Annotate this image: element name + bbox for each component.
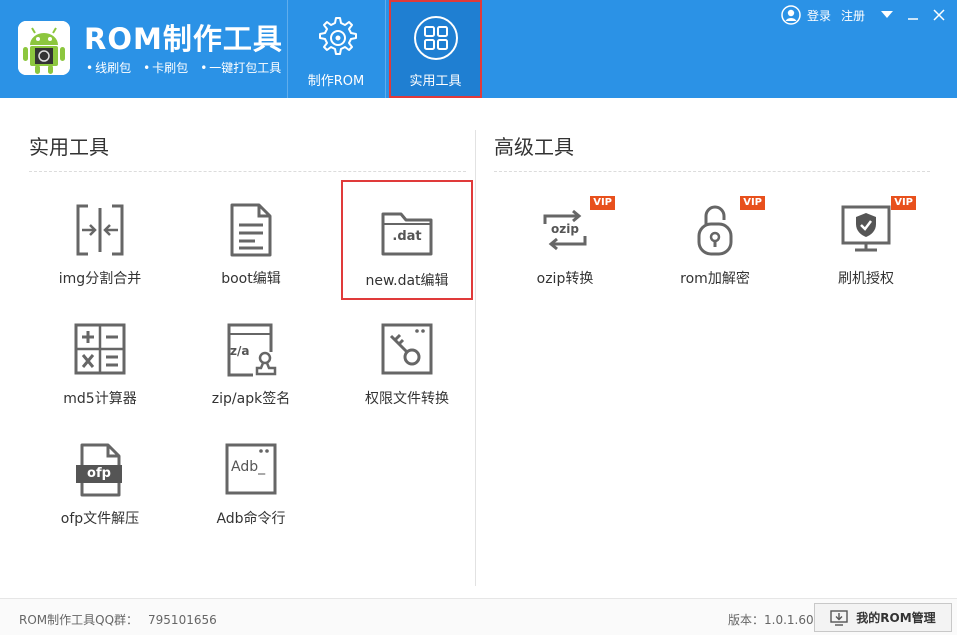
my-rom-manage-button[interactable]: 我的ROM管理 [814,603,952,632]
folder-dat-text: .dat [392,229,422,244]
footer-bar: ROM制作工具QQ群： 795101656 版本：1.0.1.60 我的ROM管理 [0,598,957,635]
tab-useful-tools-label: 实用工具 [409,74,462,89]
signature-stamp-icon: z/a [223,322,279,378]
section-divider [29,171,466,172]
my-rom-manage-label: 我的ROM管理 [856,611,936,625]
feature-item: 一键打包工具 [200,59,281,76]
tab-useful-tools[interactable]: 实用工具 [389,0,482,98]
feature-item: 线刷包 [86,59,131,76]
minimize-button[interactable] [905,7,921,23]
shield-monitor-icon: VIP [838,196,916,258]
close-button[interactable] [931,7,947,23]
tool-ofp-extract[interactable]: ofp ofp文件解压 [35,442,165,552]
tool-zip-apk-sign[interactable]: z/a zip/apk签名 [186,322,316,432]
section-title-useful-tools: 实用工具 [29,135,109,159]
folder-dat-icon: .dat [379,204,435,260]
tool-boot-edit[interactable]: boot编辑 [186,202,316,312]
monitor-download-icon [830,609,848,626]
tool-new-dat-edit[interactable]: .dat new.dat编辑 [341,180,473,300]
tool-label: ozip转换 [536,271,594,287]
tool-label: rom加解密 [680,271,750,287]
tool-md5-calculator[interactable]: md5计算器 [35,322,165,432]
close-icon [933,9,945,21]
header-bar: ROM制作工具 线刷包 卡刷包 一键打包工具 制作ROM 实用工具 登录 [0,0,957,98]
section-divider [494,171,930,172]
window-controls: 登录 注册 [781,5,947,25]
user-avatar-icon [781,5,801,25]
register-link[interactable]: 注册 [841,7,865,24]
tool-label: 刷机授权 [838,271,894,287]
app-title: ROM制作工具 [84,22,283,56]
tool-label: Adb命令行 [216,511,286,527]
terminal-icon: Adb_ [223,442,279,498]
tool-ozip-convert[interactable]: ozip VIP ozip转换 [500,196,630,312]
qq-group-label: ROM制作工具QQ群： [19,613,139,627]
tab-make-rom-label: 制作ROM [307,74,365,89]
tool-label: ofp文件解压 [60,511,140,527]
chevron-down-icon [881,11,893,18]
tool-label: new.dat编辑 [365,273,449,289]
feature-item: 卡刷包 [143,59,188,76]
tool-label: boot编辑 [221,271,281,287]
ozip-convert-icon: ozip VIP [537,196,615,258]
ozip-text: ozip [551,222,579,236]
header-divider [385,0,386,98]
document-icon [230,203,272,257]
tool-label: img分割合并 [58,271,142,287]
lock-icon: VIP [687,196,765,258]
vip-badge: VIP [590,196,615,210]
menu-dropdown-button[interactable] [879,7,895,23]
vip-badge: VIP [740,196,765,210]
minimize-icon [908,18,918,20]
version-label: 版本：1.0.1.60 [728,613,814,627]
app-logo [18,21,70,75]
key-file-icon [381,323,433,375]
split-merge-icon [76,204,124,256]
tool-label: 权限文件转换 [365,391,449,407]
tool-flash-authorization[interactable]: VIP 刷机授权 [801,196,931,312]
app-features: 线刷包 卡刷包 一键打包工具 [86,59,281,76]
tool-permission-convert[interactable]: 权限文件转换 [336,322,478,432]
tool-adb-command[interactable]: Adb_ Adb命令行 [186,442,316,552]
ofp-file-icon: ofp [72,442,128,498]
qq-group-info: ROM制作工具QQ群： 795101656 [19,611,217,628]
gear-icon [319,17,357,55]
signature-stamp-text: z/a [230,344,250,358]
grid-icon [413,16,458,60]
tool-img-split-merge[interactable]: img分割合并 [35,202,165,312]
section-title-advanced-tools: 高级工具 [494,135,574,159]
terminal-text: Adb_ [231,459,266,475]
ofp-file-text: ofp [87,466,111,481]
login-link[interactable]: 登录 [807,7,831,24]
vip-badge: VIP [891,196,916,210]
calculator-icon [74,323,126,375]
qq-group-number: 795101656 [148,613,217,627]
tool-label: md5计算器 [63,391,137,407]
android-robot-icon [18,21,70,75]
tool-label: zip/apk签名 [211,391,291,407]
tool-rom-encrypt-decrypt[interactable]: VIP rom加解密 [650,196,780,312]
tab-make-rom[interactable]: 制作ROM [288,0,384,98]
